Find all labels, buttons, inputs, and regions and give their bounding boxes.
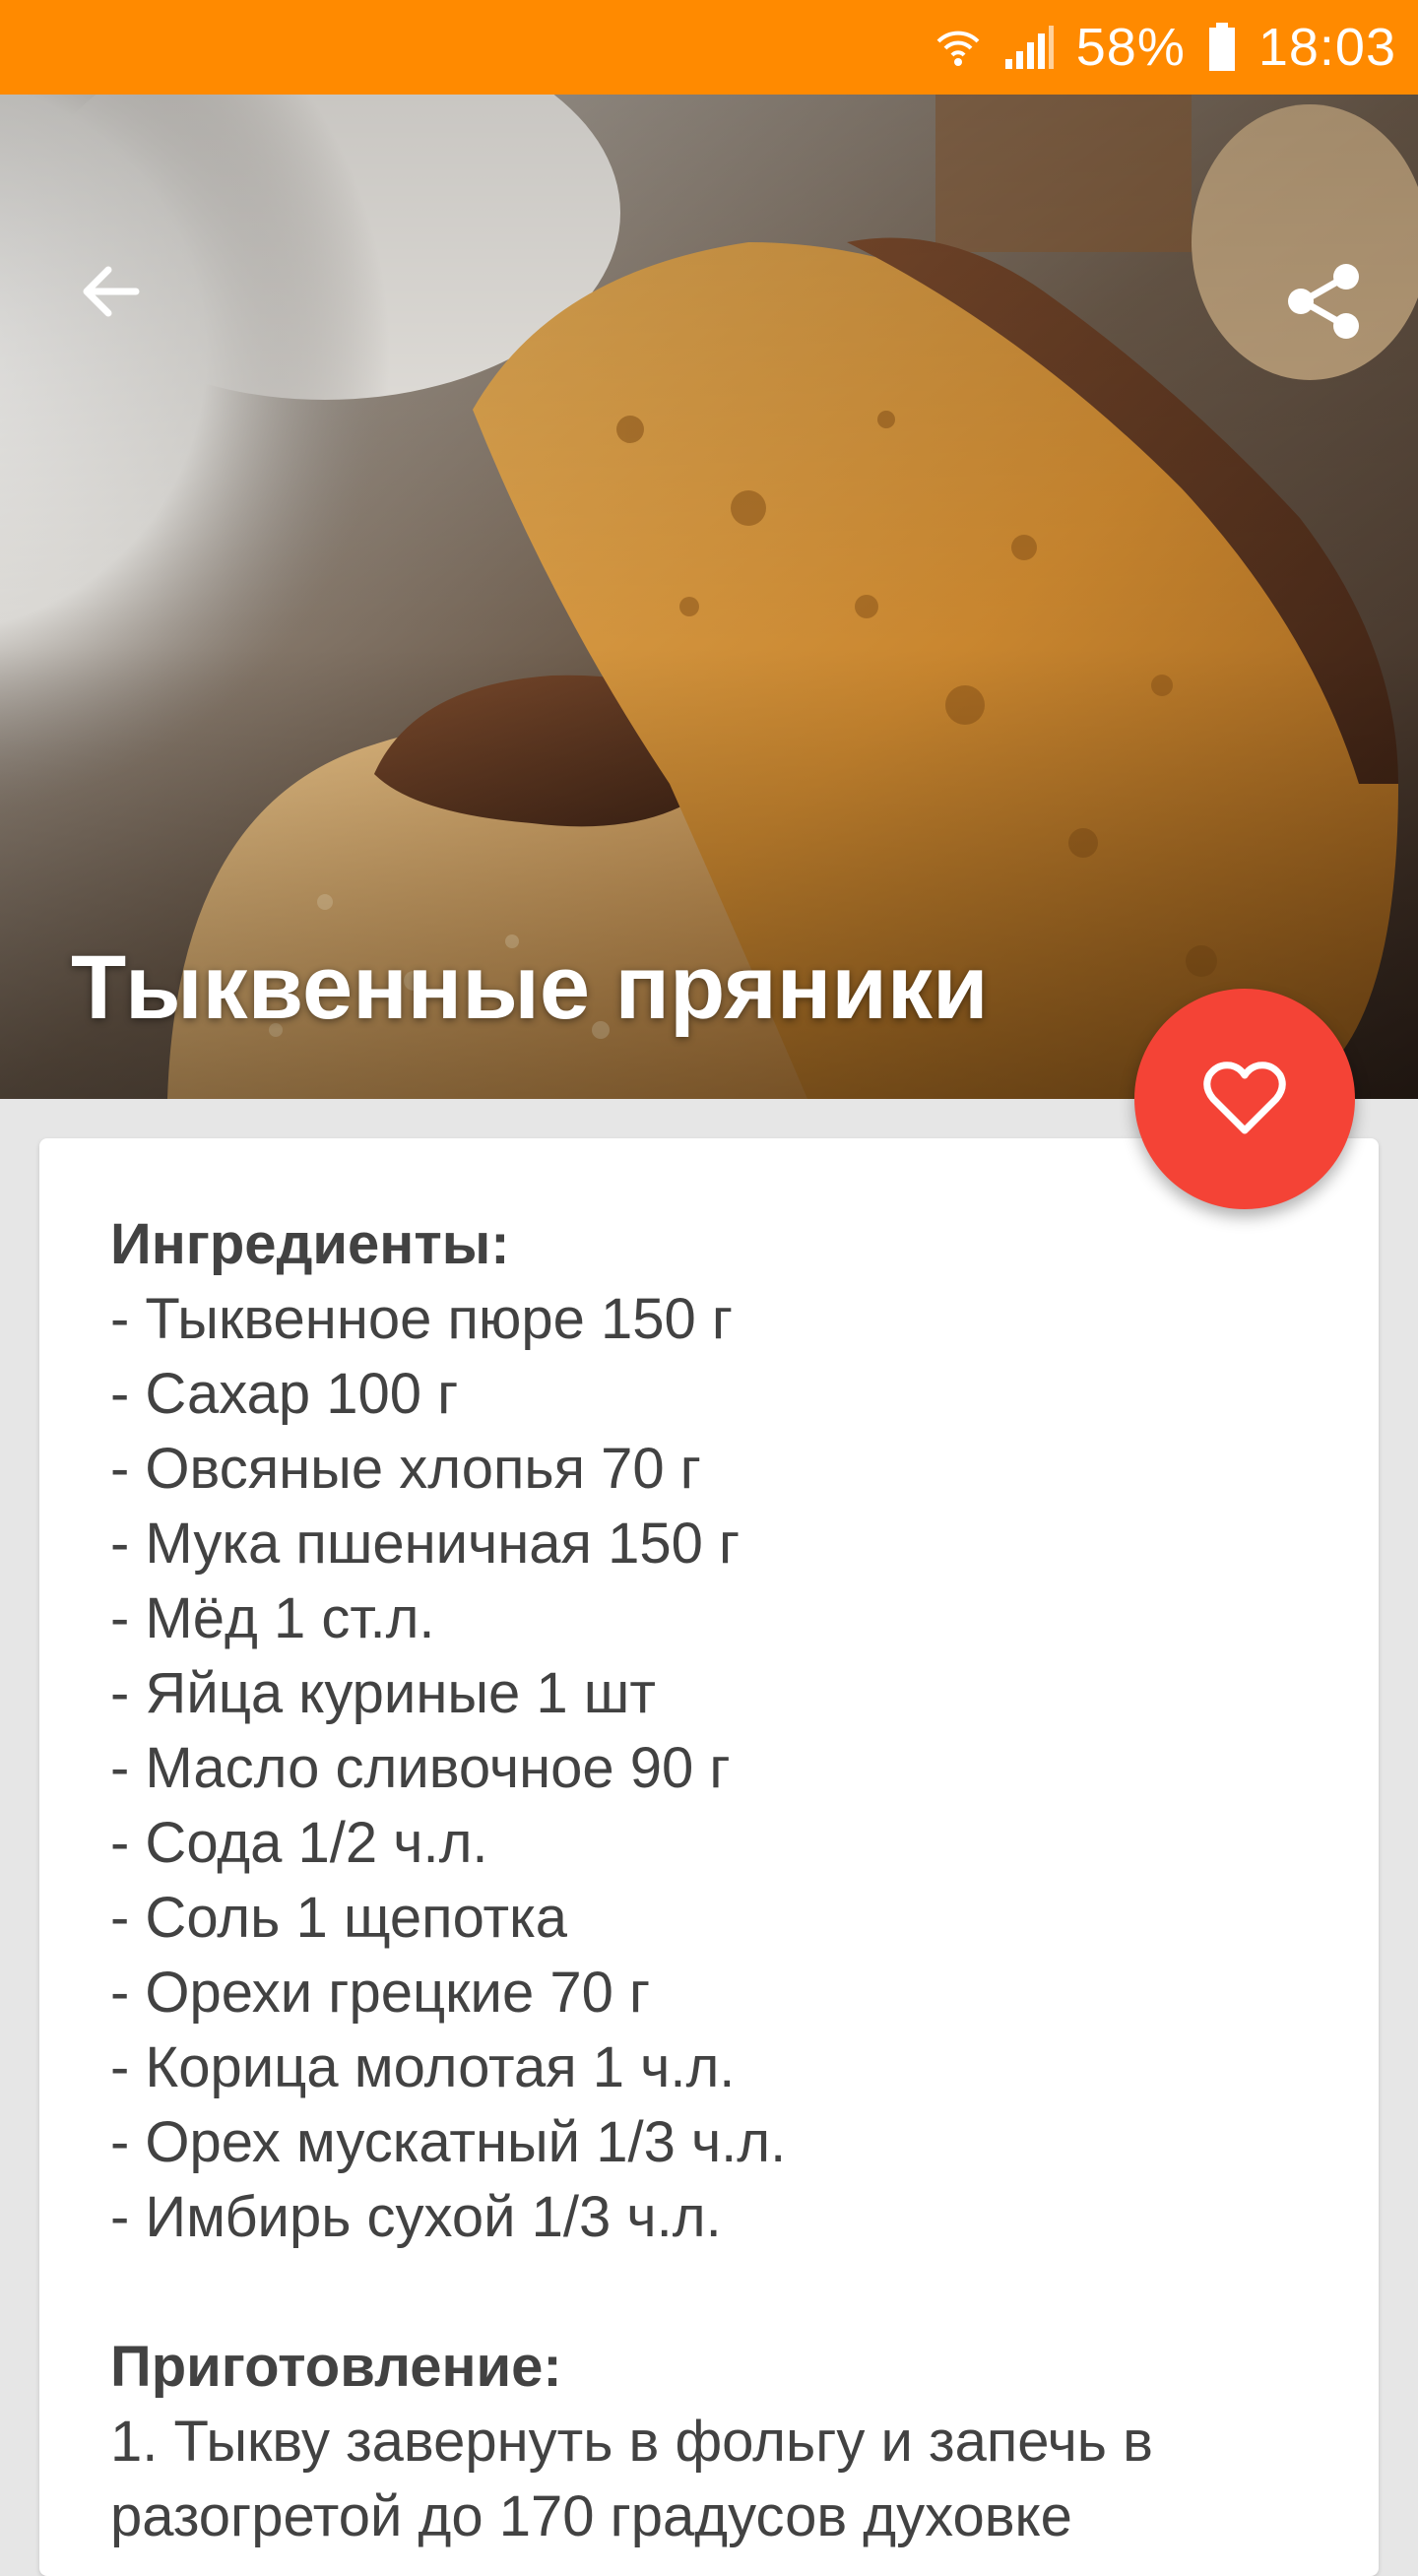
ingredient-item: - Мука пшеничная 150 г <box>110 1512 741 1576</box>
ingredients-heading: Ингредиенты: <box>110 1212 510 1276</box>
ingredient-item: - Сода 1/2 ч.л. <box>110 1811 488 1875</box>
ingredients-list: - Тыквенное пюре 150 г - Сахар 100 г - О… <box>110 1282 1308 2255</box>
ingredient-item: - Яйца куриные 1 шт <box>110 1661 656 1725</box>
preparation-heading: Приготовление: <box>110 2335 562 2399</box>
preparation-step: 1. Тыкву завернуть в фольгу и запечь в р… <box>110 2410 1153 2548</box>
share-button[interactable] <box>1270 247 1379 355</box>
recipe-title: Тыквенные пряники <box>71 937 989 1038</box>
ingredient-item: - Имбирь сухой 1/3 ч.л. <box>110 2185 722 2249</box>
signal-icon <box>1003 24 1055 71</box>
back-button[interactable] <box>61 242 160 341</box>
wifi-icon <box>935 24 982 71</box>
arrow-back-icon <box>83 266 140 317</box>
heart-outline-icon <box>1203 1062 1286 1134</box>
ingredient-item: - Орех мускатный 1/3 ч.л. <box>110 2110 787 2174</box>
recipe-header: Тыквенные пряники <box>0 95 1418 1099</box>
ingredient-item: - Корица молотая 1 ч.л. <box>110 2035 736 2099</box>
battery-icon <box>1207 22 1237 73</box>
clock: 18:03 <box>1257 18 1396 77</box>
ingredient-item: - Мёд 1 ст.л. <box>110 1586 435 1650</box>
battery-percent: 58% <box>1075 18 1186 77</box>
favorite-button[interactable] <box>1134 989 1355 1209</box>
share-icon <box>1288 264 1359 339</box>
ingredient-item: - Масло сливочное 90 г <box>110 1736 731 1800</box>
status-bar: 58% 18:03 <box>0 0 1418 95</box>
ingredient-item: - Соль 1 щепотка <box>110 1886 568 1950</box>
ingredient-item: - Овсяные хлопья 70 г <box>110 1437 701 1501</box>
ingredient-item: - Сахар 100 г <box>110 1362 459 1426</box>
ingredient-item: - Орехи грецкие 70 г <box>110 1961 651 2025</box>
ingredient-item: - Тыквенное пюре 150 г <box>110 1287 734 1351</box>
recipe-card: Ингредиенты: - Тыквенное пюре 150 г - Са… <box>39 1138 1379 2576</box>
